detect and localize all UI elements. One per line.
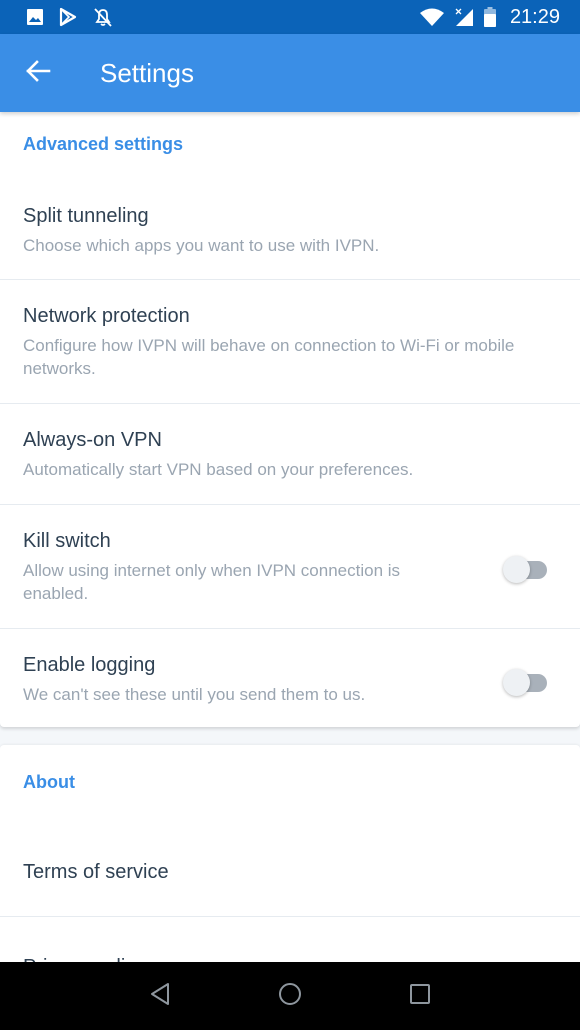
network-protection-title: Network protection (23, 305, 190, 327)
status-left-icons (26, 7, 114, 27)
settings-screen: 21:29 Settings Advanced settings Split t… (0, 0, 580, 1030)
always-on-vpn-item[interactable]: Always-on VPN Automatically start VPN ba… (0, 404, 580, 505)
back-triangle-icon (149, 982, 171, 1011)
split-tunneling-title: Split tunneling (23, 205, 149, 227)
kill-switch-title: Kill switch (23, 530, 111, 552)
split-tunneling-item[interactable]: Split tunneling Choose which apps you wa… (0, 184, 580, 280)
play-store-icon (58, 7, 78, 27)
page-title: Settings (100, 57, 194, 88)
enable-logging-item[interactable]: Enable logging We can't see these until … (0, 629, 580, 727)
advanced-settings-card: Advanced settings Split tunneling Choose… (0, 112, 580, 727)
privacy-policy-item[interactable]: Privacy policy (0, 917, 580, 962)
terms-of-service-item[interactable]: Terms of service (0, 817, 580, 917)
about-header: About (23, 772, 75, 792)
nav-recents-button[interactable] (390, 966, 450, 1026)
kill-switch-item[interactable]: Kill switch Allow using internet only wh… (0, 505, 580, 629)
battery-icon (483, 7, 496, 27)
split-tunneling-description: Choose which apps you want to use with I… (23, 236, 380, 255)
back-button[interactable] (0, 34, 78, 112)
nav-home-button[interactable] (260, 966, 320, 1026)
app-bar: Settings (0, 34, 580, 112)
recents-square-icon (409, 983, 431, 1010)
about-card: About Terms of service Privacy policy (0, 745, 580, 962)
image-icon (26, 8, 44, 26)
system-navigation-bar (0, 962, 580, 1030)
settings-content[interactable]: Advanced settings Split tunneling Choose… (0, 112, 580, 962)
wifi-icon (419, 8, 444, 26)
always-on-vpn-description: Automatically start VPN based on your pr… (23, 460, 414, 479)
status-bar: 21:29 (0, 0, 580, 34)
privacy-policy-title: Privacy policy (23, 955, 557, 962)
terms-of-service-title: Terms of service (23, 861, 169, 883)
advanced-settings-header: Advanced settings (23, 134, 184, 154)
enable-logging-description: We can't see these until you send them t… (23, 685, 366, 704)
network-protection-item[interactable]: Network protection Configure how IVPN wi… (0, 280, 580, 404)
toggle-thumb (503, 669, 530, 696)
enable-logging-toggle[interactable] (503, 667, 547, 697)
network-protection-description: Configure how IVPN will behave on connec… (23, 336, 515, 378)
status-time: 21:29 (509, 5, 560, 28)
cellular-no-data-icon (454, 7, 474, 27)
home-circle-icon (278, 982, 302, 1011)
kill-switch-description: Allow using internet only when IVPN conn… (23, 561, 401, 603)
notifications-off-icon (92, 7, 114, 27)
nav-back-button[interactable] (130, 966, 190, 1026)
kill-switch-toggle[interactable] (503, 554, 547, 584)
always-on-vpn-title: Always-on VPN (23, 429, 162, 451)
status-right-icons: 21:29 (419, 5, 560, 29)
toggle-thumb (503, 556, 530, 583)
enable-logging-title: Enable logging (23, 654, 156, 676)
arrow-left-icon (25, 59, 51, 87)
